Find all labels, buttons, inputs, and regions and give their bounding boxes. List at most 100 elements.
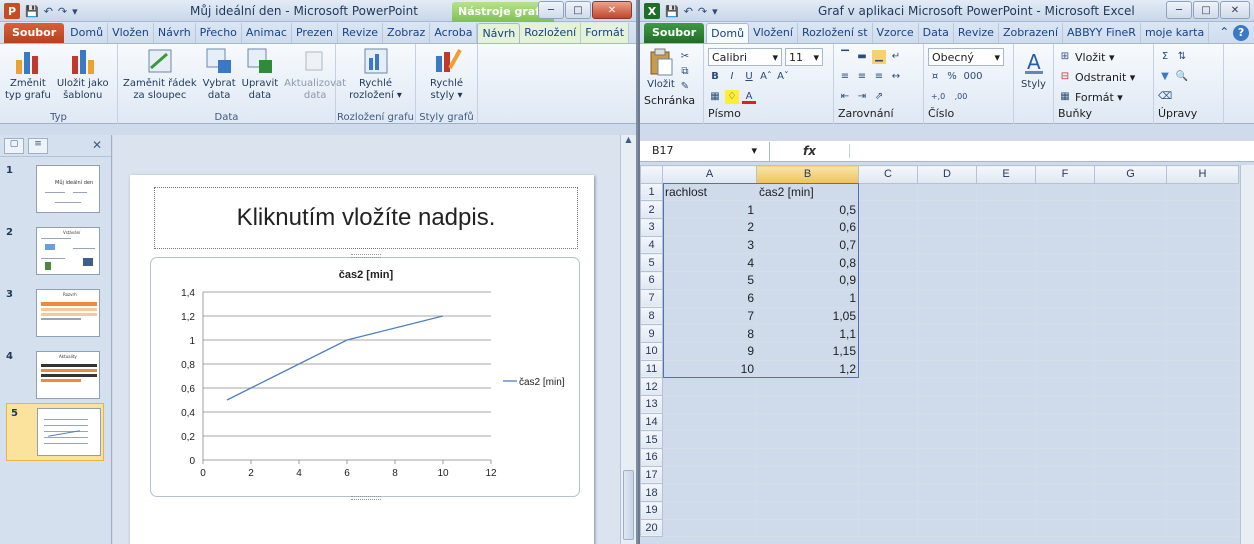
cell[interactable] xyxy=(1094,412,1167,432)
decrease-decimal-icon[interactable]: ,00 xyxy=(951,90,971,104)
cell[interactable] xyxy=(1166,518,1239,538)
cell[interactable] xyxy=(1094,306,1167,326)
cell[interactable] xyxy=(662,430,757,449)
cell[interactable] xyxy=(976,271,1036,290)
wrap-text-icon[interactable]: ↵ xyxy=(889,50,903,64)
font-size-select[interactable]: 11 ▾ xyxy=(785,48,823,66)
delete-cells-button[interactable]: ⊟ Odstranit ▾ xyxy=(1058,67,1149,87)
cell[interactable] xyxy=(976,483,1036,503)
grow-font-icon[interactable]: Aˆ xyxy=(759,70,773,84)
cell[interactable] xyxy=(858,518,918,538)
row-header[interactable]: 11 xyxy=(640,359,663,379)
cell[interactable] xyxy=(976,182,1036,202)
name-box[interactable]: B17 ▾ xyxy=(640,141,770,161)
format-cells-button[interactable]: ▦ Formát ▾ xyxy=(1058,87,1149,107)
tab-chart-rozlozeni[interactable]: Rozložení xyxy=(520,23,582,43)
cell[interactable] xyxy=(662,465,757,485)
tab-vlozeni[interactable]: Vložen xyxy=(108,23,154,43)
save-icon[interactable]: 💾 xyxy=(25,5,39,18)
cell[interactable]: 0,5 xyxy=(756,200,859,220)
scroll-up-icon[interactable]: ▲ xyxy=(621,135,636,151)
cell[interactable] xyxy=(917,483,977,503)
cell[interactable] xyxy=(1035,218,1095,237)
slide-vertical-scrollbar[interactable]: ▲ xyxy=(620,135,636,544)
cell[interactable] xyxy=(976,218,1036,237)
cell[interactable] xyxy=(1094,235,1167,255)
tab-vlozeni[interactable]: Vložení xyxy=(749,23,798,43)
slide-thumbnail-3[interactable]: 3 Rozvrh xyxy=(6,289,104,341)
cell[interactable] xyxy=(1166,306,1239,326)
sort-filter-icon[interactable]: ⇅ xyxy=(1175,50,1189,64)
tab-moje-karta[interactable]: moje karta xyxy=(1141,23,1210,43)
cell[interactable] xyxy=(1035,359,1095,379)
column-header[interactable]: H xyxy=(1166,165,1239,184)
slide-thumbnail-5[interactable]: 5 xyxy=(6,403,104,461)
cell[interactable] xyxy=(1035,235,1095,255)
chart-resize-handle-bottom[interactable] xyxy=(351,496,381,500)
cell[interactable] xyxy=(976,430,1036,449)
cell[interactable] xyxy=(662,501,757,520)
tab-prechody[interactable]: Přecho xyxy=(196,23,242,43)
cell[interactable]: 0,8 xyxy=(756,253,859,273)
cell[interactable]: 8 xyxy=(662,324,757,343)
cell[interactable] xyxy=(976,253,1036,273)
cell[interactable] xyxy=(1166,430,1239,449)
cell[interactable] xyxy=(662,377,757,396)
cell[interactable] xyxy=(858,235,918,255)
edit-data-button[interactable]: Upravit data xyxy=(240,46,281,110)
slide-thumbnail-2[interactable]: 2 Vstávání xyxy=(6,227,104,279)
cell[interactable] xyxy=(756,448,859,467)
cell[interactable] xyxy=(1094,182,1167,202)
cell[interactable] xyxy=(917,182,977,202)
cell[interactable] xyxy=(858,306,918,326)
cell[interactable] xyxy=(976,200,1036,220)
row-header[interactable]: 16 xyxy=(640,448,663,467)
worksheet-grid[interactable]: A B C D E F G H 1 rachlost čas2 [min] 2 1 0,5 3 2 0,6 4 3 0… xyxy=(640,165,1240,538)
cell[interactable] xyxy=(1094,394,1167,414)
save-as-template-button[interactable]: Uložit jako šablonu xyxy=(55,46,111,110)
cell[interactable] xyxy=(858,412,918,432)
cell[interactable] xyxy=(1166,448,1239,467)
row-header[interactable]: 17 xyxy=(640,465,663,485)
help-icon[interactable]: ? xyxy=(1233,25,1250,41)
cell[interactable]: 3 xyxy=(662,235,757,255)
cell[interactable] xyxy=(662,483,757,503)
font-name-select[interactable]: Calibri ▾ xyxy=(708,48,782,66)
underline-icon[interactable]: U xyxy=(742,70,756,84)
styles-button[interactable]: A Styly xyxy=(1018,47,1049,91)
slide-thumbnail-4[interactable]: 4 Aktuality xyxy=(6,351,104,403)
tab-zobrazeni[interactable]: Zobrazení xyxy=(999,23,1064,43)
cell[interactable] xyxy=(917,448,977,467)
cell[interactable] xyxy=(976,288,1036,308)
cell[interactable] xyxy=(976,394,1036,414)
row-header[interactable]: 7 xyxy=(640,288,663,308)
minimize-button[interactable]: ─ xyxy=(1166,1,1192,19)
column-header[interactable]: G xyxy=(1094,165,1167,184)
cell[interactable] xyxy=(858,430,918,449)
increase-decimal-icon[interactable]: +,0 xyxy=(928,90,948,104)
tab-domu[interactable]: Domů xyxy=(66,23,109,43)
formula-input[interactable] xyxy=(850,142,1254,161)
cell[interactable] xyxy=(1094,377,1167,396)
cell[interactable]: 1,05 xyxy=(756,306,859,326)
cell[interactable] xyxy=(1035,271,1095,290)
copy-icon[interactable]: ⧉ xyxy=(678,65,692,79)
format-painter-icon[interactable]: ✎ xyxy=(678,80,692,94)
cell[interactable] xyxy=(976,518,1036,538)
cell[interactable] xyxy=(858,288,918,308)
cell[interactable] xyxy=(1094,518,1167,538)
cell[interactable] xyxy=(858,271,918,290)
cell[interactable] xyxy=(976,341,1036,361)
cell[interactable]: 7 xyxy=(662,306,757,326)
cell[interactable] xyxy=(917,253,977,273)
cell[interactable] xyxy=(1166,218,1239,237)
cell[interactable] xyxy=(662,412,757,432)
cell[interactable] xyxy=(1166,377,1239,396)
select-all-corner[interactable] xyxy=(640,165,663,184)
align-right-icon[interactable]: ≡ xyxy=(872,70,886,84)
chart-object[interactable]: čas2 [min] 0 0,2 0,4 0,6 0,8 1 1,2 1,4 0 2 4 6 8 10 12 č… xyxy=(150,254,580,500)
tab-animace[interactable]: Animac xyxy=(242,23,292,43)
tab-data[interactable]: Data xyxy=(919,23,954,43)
paste-button[interactable]: Vložit xyxy=(644,47,678,91)
cell[interactable] xyxy=(756,483,859,503)
